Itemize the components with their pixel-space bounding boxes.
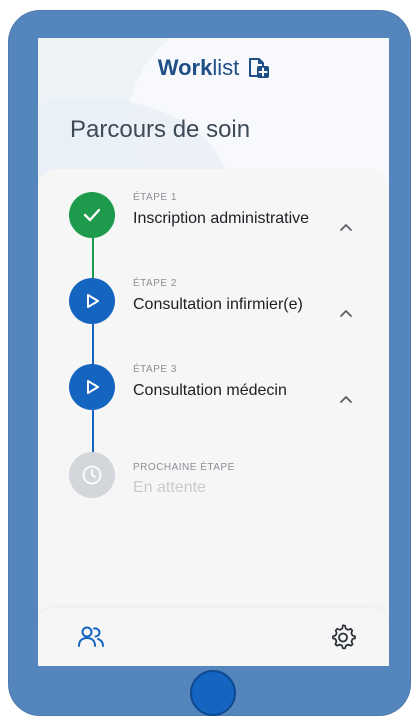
step-number: ÉTAPE 2	[133, 278, 177, 289]
app-screen: Worklist Parcours de soin ÉTAPE 1 Inscri…	[38, 38, 389, 666]
gear-icon[interactable]	[328, 622, 358, 652]
bottom-nav	[38, 608, 389, 666]
step-name: En attente	[133, 479, 206, 496]
care-path-card: ÉTAPE 1 Inscription administrative ÉTAPE…	[38, 169, 389, 666]
step-status-in-progress	[69, 364, 115, 410]
step-name: Consultation infirmier(e)	[133, 296, 303, 313]
clock-icon	[81, 464, 103, 486]
add-document-icon[interactable]	[247, 57, 270, 79]
step-name: Inscription administrative	[133, 210, 310, 227]
step-number: ÉTAPE 3	[133, 364, 177, 375]
step-number: ÉTAPE 1	[133, 192, 177, 203]
page-title: Parcours de soin	[70, 116, 251, 143]
chevron-up-icon[interactable]	[338, 218, 354, 231]
play-icon	[83, 378, 101, 396]
step-status-pending	[69, 452, 115, 498]
step-status-in-progress	[69, 278, 115, 324]
home-button[interactable]	[190, 670, 236, 716]
chevron-up-icon[interactable]	[338, 304, 354, 317]
step-status-done	[69, 192, 115, 238]
app-brand: Worklist	[157, 55, 240, 80]
chevron-up-icon[interactable]	[338, 390, 354, 403]
users-icon[interactable]	[76, 622, 106, 652]
play-icon	[83, 292, 101, 310]
step-name: Consultation médecin	[133, 382, 287, 399]
check-icon	[83, 208, 101, 222]
step-number: PROCHAINE ÉTAPE	[133, 462, 235, 473]
app-header: Worklist	[38, 54, 389, 82]
